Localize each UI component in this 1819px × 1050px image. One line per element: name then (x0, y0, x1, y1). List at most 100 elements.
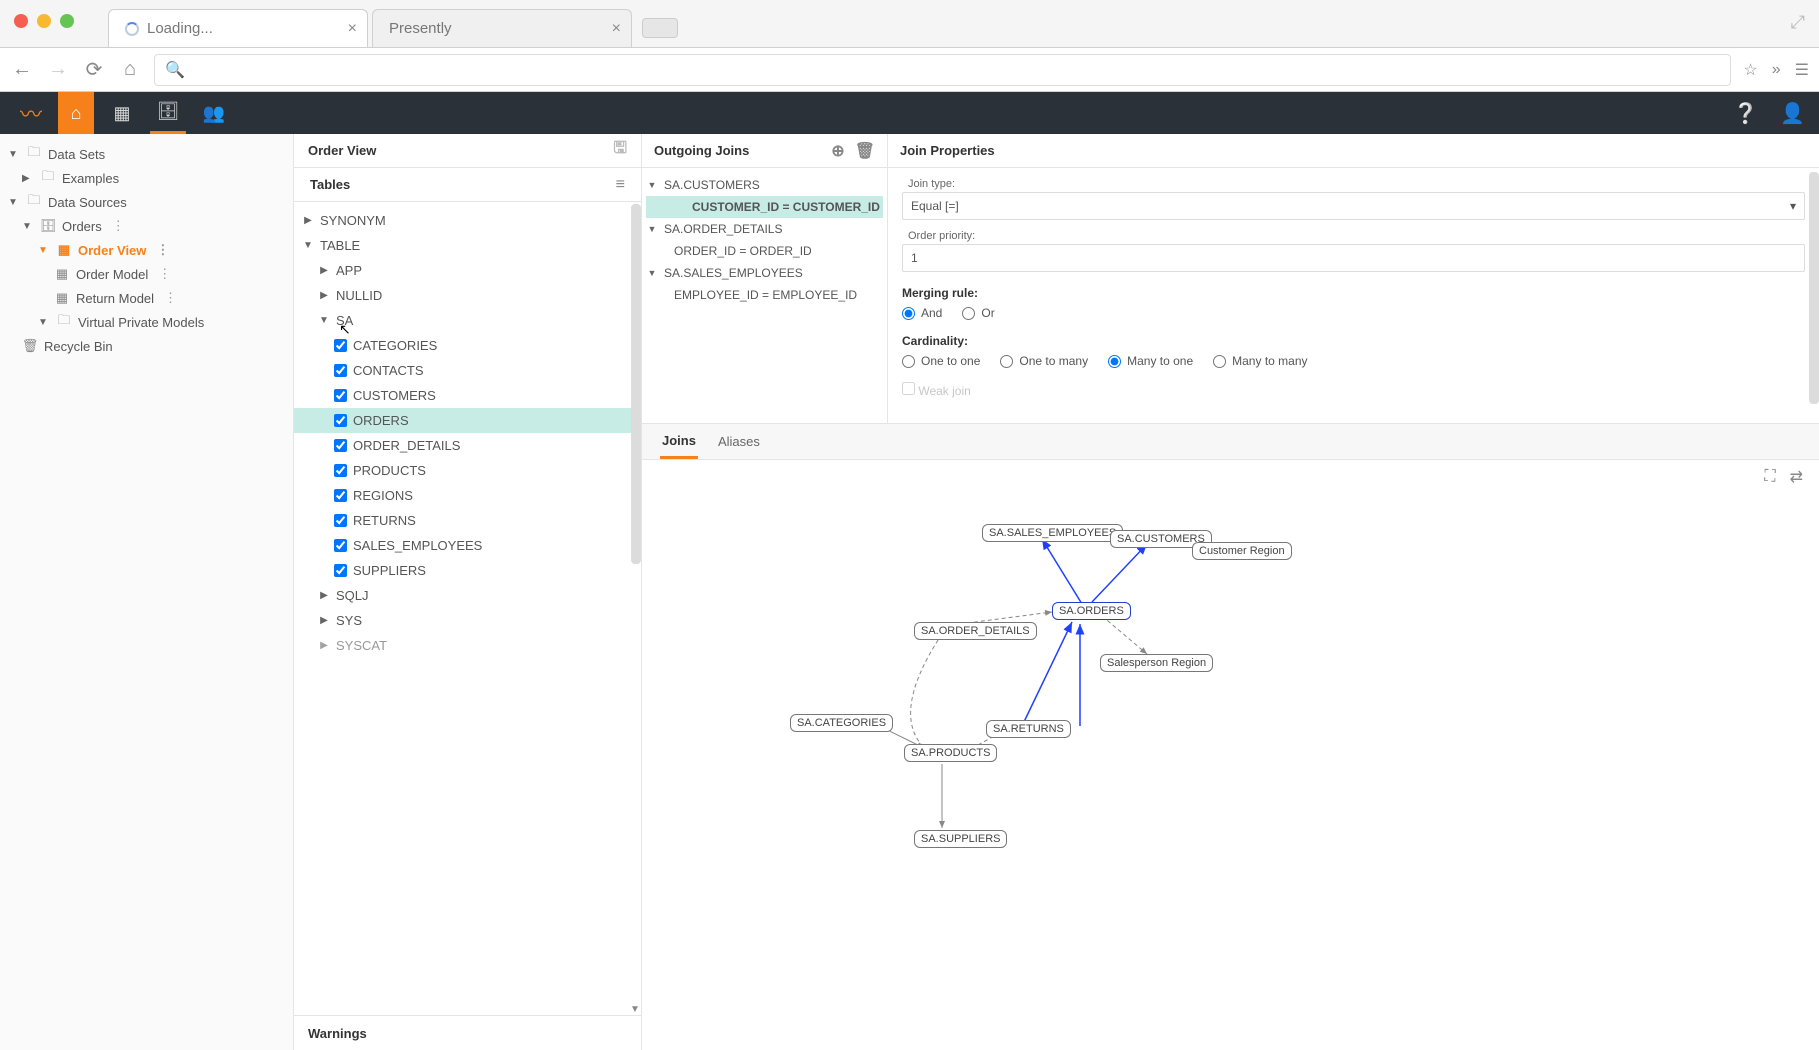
table-checkbox[interactable] (334, 414, 347, 427)
fit-to-screen-icon[interactable]: ⛶ (1764, 468, 1775, 486)
tab-aliases[interactable]: Aliases (716, 426, 762, 457)
cardinality-many-to-one-radio[interactable] (1108, 355, 1121, 368)
kebab-icon[interactable]: ⋮ (112, 218, 125, 234)
schema-sqlj[interactable]: ▶SQLJ (294, 583, 641, 608)
tree-orders[interactable]: ▼🗄Orders⋮ (4, 214, 289, 238)
schema-sys[interactable]: ▶SYS (294, 608, 641, 633)
table-checkbox[interactable] (334, 439, 347, 452)
scrollbar-thumb[interactable] (631, 204, 641, 564)
tree-datasources[interactable]: ▼🗀Data Sources (4, 190, 289, 214)
joins-diagram[interactable]: SA.SALES_EMPLOYEES SA.CUSTOMERS Customer… (642, 494, 1819, 1050)
url-bar[interactable]: 🔍 (154, 54, 1731, 86)
join-group[interactable]: ▼SA.CUSTOMERS (646, 174, 883, 196)
schema-table[interactable]: ▼TABLE (294, 233, 641, 258)
tree-examples[interactable]: ▶🗀Examples (4, 166, 289, 190)
cardinality-one-to-one-radio[interactable] (902, 355, 915, 368)
join-group[interactable]: ▼SA.ORDER_DETAILS (646, 218, 883, 240)
tree-order-model[interactable]: ▦Order Model⋮ (4, 262, 289, 286)
join-condition[interactable]: EMPLOYEE_ID = EMPLOYEE_ID (646, 284, 883, 306)
nav-users[interactable]: 👥 (196, 92, 232, 134)
table-row[interactable]: PRODUCTS (294, 458, 641, 483)
schema-nullid[interactable]: ▶NULLID (294, 283, 641, 308)
kebab-icon[interactable]: ⋮ (164, 290, 177, 306)
props-scrollbar[interactable] (1809, 172, 1819, 404)
nav-home[interactable]: ⌂ (58, 92, 94, 134)
add-join-icon[interactable]: ⊕ (831, 141, 844, 161)
fullscreen-icon[interactable]: ⤢ (1791, 12, 1805, 33)
join-condition-selected[interactable]: ▼CUSTOMER_ID = CUSTOMER_ID (646, 196, 883, 218)
table-checkbox[interactable] (334, 364, 347, 377)
table-checkbox[interactable] (334, 464, 347, 477)
tree-order-view[interactable]: ▼▦Order View⋮ (4, 238, 289, 262)
table-checkbox[interactable] (334, 539, 347, 552)
merging-or-radio[interactable] (962, 307, 975, 320)
diagram-node[interactable]: SA.CATEGORIES (790, 714, 893, 732)
schema-sa[interactable]: ▼SA (294, 308, 641, 333)
tree-datasets[interactable]: ▼🗀Data Sets (4, 142, 289, 166)
table-row[interactable]: ORDER_DETAILS (294, 433, 641, 458)
overflow-icon[interactable]: » (1772, 61, 1781, 79)
diagram-node[interactable]: SA.ORDER_DETAILS (914, 622, 1037, 640)
bookmark-icon[interactable]: ☆ (1743, 60, 1757, 80)
minimize-window-button[interactable] (37, 14, 51, 28)
table-checkbox[interactable] (334, 564, 347, 577)
kebab-icon[interactable]: ⋮ (158, 266, 171, 282)
scroll-down-arrow[interactable]: ▼ (629, 1004, 641, 1015)
table-row[interactable]: SUPPLIERS (294, 558, 641, 583)
table-row[interactable]: CATEGORIES (294, 333, 641, 358)
diagram-node[interactable]: SA.PRODUCTS (904, 744, 997, 762)
table-row[interactable]: SALES_EMPLOYEES (294, 533, 641, 558)
home-button[interactable]: ⌂ (118, 58, 142, 81)
table-row[interactable]: CUSTOMERS (294, 383, 641, 408)
kebab-icon[interactable]: ⋮ (156, 242, 169, 258)
delete-join-icon[interactable]: 🗑 (855, 141, 875, 161)
schema-app[interactable]: ▶APP (294, 258, 641, 283)
close-tab-icon[interactable]: × (612, 20, 621, 38)
cardinality-many-to-many-radio[interactable] (1213, 355, 1226, 368)
table-checkbox[interactable] (334, 514, 347, 527)
forward-button[interactable]: → (46, 58, 70, 81)
diagram-node[interactable]: SA.SALES_EMPLOYEES (982, 524, 1123, 542)
table-checkbox[interactable] (334, 489, 347, 502)
order-priority-input[interactable]: 1 (902, 244, 1805, 272)
cardinality-one-to-many-radio[interactable] (1000, 355, 1013, 368)
diagram-node[interactable]: SA.SUPPLIERS (914, 830, 1007, 848)
back-button[interactable]: ← (10, 58, 34, 81)
table-row[interactable]: REGIONS (294, 483, 641, 508)
schema-syscat[interactable]: ▶SYSCAT (294, 633, 641, 658)
join-group[interactable]: ▼SA.SALES_EMPLOYEES (646, 262, 883, 284)
join-type-select[interactable]: Equal [=]▾ (902, 192, 1805, 220)
tree-recycle[interactable]: 🗑Recycle Bin (4, 334, 289, 358)
warnings-section-header[interactable]: Warnings (294, 1016, 641, 1050)
table-row[interactable]: CONTACTS (294, 358, 641, 383)
close-window-button[interactable] (14, 14, 28, 28)
help-icon[interactable]: ❔ (1733, 101, 1758, 126)
tree-vpm[interactable]: ▼🗀Virtual Private Models (4, 310, 289, 334)
browser-tab-presently[interactable]: Presently × (372, 9, 632, 47)
diagram-node-selected[interactable]: SA.ORDERS (1052, 602, 1131, 620)
account-icon[interactable]: 👤 (1780, 101, 1805, 126)
table-checkbox[interactable] (334, 339, 347, 352)
table-checkbox[interactable] (334, 389, 347, 402)
hamburger-icon[interactable]: ≡ (616, 176, 625, 194)
diagram-node[interactable]: SA.RETURNS (986, 720, 1071, 738)
maximize-window-button[interactable] (60, 14, 74, 28)
app-logo[interactable]: 〰 (14, 96, 48, 130)
tree-return-model[interactable]: ▦Return Model⋮ (4, 286, 289, 310)
table-row-selected[interactable]: ORDERS (294, 408, 641, 433)
table-row[interactable]: RETURNS (294, 508, 641, 533)
nav-dashboard[interactable]: ▦ (104, 92, 140, 134)
nav-data[interactable]: 🗄 (150, 92, 186, 134)
hamburger-menu-icon[interactable]: ☰ (1795, 60, 1809, 80)
schema-synonym[interactable]: ▶SYNONYM (294, 208, 641, 233)
diagram-node[interactable]: Customer Region (1192, 542, 1292, 560)
save-icon[interactable]: 🖫 (613, 137, 627, 164)
diagram-node[interactable]: Salesperson Region (1100, 654, 1213, 672)
tab-joins[interactable]: Joins (660, 425, 698, 459)
browser-tab-loading[interactable]: Loading... × (108, 9, 368, 47)
join-condition[interactable]: ORDER_ID = ORDER_ID (646, 240, 883, 262)
layout-icon[interactable]: ⇄ (1790, 467, 1803, 487)
merging-and-radio[interactable] (902, 307, 915, 320)
reload-button[interactable]: ⟳ (82, 57, 106, 82)
weak-join-checkbox[interactable] (902, 382, 915, 395)
